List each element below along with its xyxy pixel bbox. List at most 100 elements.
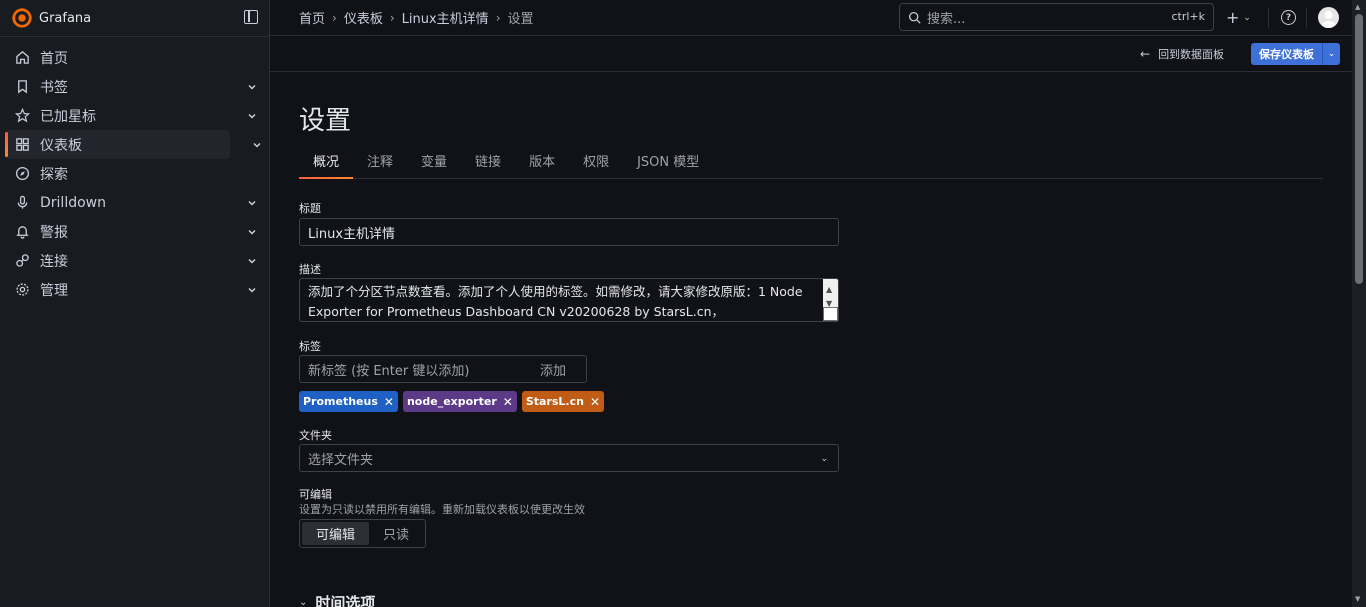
sidebar-item-4[interactable]: 探索 [0,159,229,188]
sidebar-item-7[interactable]: 连接 [0,246,256,275]
sidebar: Grafana 首页书签已加星标 仪表板探索 Drilldown 警报连接管理 [0,0,270,607]
sidebar-item-0[interactable]: 首页 [0,43,229,72]
resize-handle-icon[interactable] [823,307,838,321]
tab-1[interactable]: 注释 [353,142,407,178]
breadcrumb-dashboards[interactable]: 仪表板 [344,8,383,27]
scrollbar-thumb[interactable] [1355,14,1363,284]
compass-icon [14,166,30,182]
breadcrumb-home[interactable]: 首页 [299,8,325,27]
sidebar-item-6[interactable]: 警报 [0,217,256,246]
sidebar-item-1[interactable]: 书签 [0,72,256,101]
sidebar-item-label: 管理 [40,282,68,299]
tag-chip[interactable]: Prometheus ✕ [299,391,398,412]
tab-6[interactable]: JSON 模型 [623,142,713,178]
search-placeholder: 搜索... [927,11,966,27]
sidebar-item-2[interactable]: 已加星标 [0,101,256,130]
dashboard-toolbar: ← 回到数据面板 保存仪表板 ⌄ [270,36,1352,72]
time-options-title: 时间选项 [315,594,376,607]
tag-list: Prometheus ✕ node_exporter ✕ StarsL.cn ✕ [299,391,604,412]
user-icon [1321,11,1336,28]
remove-tag-icon[interactable]: ✕ [503,395,513,409]
editable-hint: 设置为只读以禁用所有编辑。重新加载仪表板以使更改生效 [299,503,585,516]
chevron-down-icon[interactable] [247,80,257,90]
search-shortcut: ctrl+k [1171,10,1205,23]
back-to-dashboard-button[interactable]: ← 回到数据面板 [1140,46,1224,62]
title-input[interactable]: Linux主机详情 [299,218,839,246]
sidebar-item-label: Drilldown [40,194,106,211]
sidebar-item-8[interactable]: 管理 [0,275,256,304]
tab-5[interactable]: 权限 [569,142,623,178]
textarea-scrollbar[interactable]: ▲ ▼ [823,279,838,321]
new-menu-button[interactable]: + ⌄ [1226,8,1251,27]
save-dashboard-button[interactable]: 保存仪表板 [1251,43,1322,65]
chevron-down-icon[interactable] [247,225,257,235]
sidebar-item-label: 探索 [40,166,68,183]
folder-placeholder: 选择文件夹 [308,452,374,468]
gear-icon [14,282,30,298]
tags-label: 标签 [299,340,321,353]
sidebar-item-label: 警报 [40,224,68,241]
toolbar-divider [1268,8,1269,28]
tab-3[interactable]: 链接 [461,142,515,178]
grafana-logo-icon[interactable] [11,7,33,29]
help-icon[interactable]: ? [1281,10,1296,25]
brand: Grafana [0,0,269,36]
sidebar-item-3[interactable]: 仪表板 [5,130,261,159]
remove-tag-icon[interactable]: ✕ [590,395,600,409]
sidebar-item-5[interactable]: Drilldown [0,188,256,217]
search-input[interactable]: 搜索... ctrl+k [899,3,1214,31]
tag-input-placeholder: 新标签 (按 Enter 键以添加) [308,363,470,379]
sidebar-item-label: 连接 [40,253,68,270]
breadcrumb-settings: 设置 [507,12,534,27]
tag-chip[interactable]: StarsL.cn ✕ [521,391,604,412]
link-icon [14,253,30,269]
breadcrumb-separator-icon: › [389,10,395,25]
editable-radio-group: 可编辑 只读 [299,519,427,548]
arrow-left-icon: ← [1140,47,1151,61]
scroll-up-icon[interactable]: ▲ [1355,3,1360,11]
sidebar-item-label: 书签 [40,79,68,96]
remove-tag-icon[interactable]: ✕ [384,395,394,409]
search-icon [908,11,921,24]
microphone-icon [14,195,30,211]
breadcrumb-dashboard[interactable]: Linux主机详情 [402,8,489,27]
save-options-chevron-icon[interactable]: ⌄ [1322,43,1340,65]
bell-icon [14,224,30,240]
tab-4[interactable]: 版本 [515,142,569,178]
tab-0[interactable]: 概况 [299,142,354,179]
settings-tabs: 概况 注释 变量 链接 版本 权限 JSON 模型 [299,142,1323,179]
description-text: 添加了个分区节点数查看。添加了个人使用的标签。如需修改，请大家修改原版：1 No… [308,284,803,319]
toolbar-divider [1306,8,1307,28]
folder-select[interactable]: 选择文件夹 ⌄ [299,444,839,472]
avatar[interactable] [1318,7,1339,28]
brand-name: Grafana [39,10,92,26]
tag-label: node_exporter [406,395,497,408]
chevron-down-icon[interactable] [247,283,257,293]
description-textarea[interactable]: 添加了个分区节点数查看。添加了个人使用的标签。如需修改，请大家修改原版：1 No… [299,278,839,322]
editable-label: 可编辑 [299,488,332,501]
page-title: 设置 [299,106,352,136]
sidebar-item-label: 首页 [40,50,68,67]
add-tag-button[interactable]: 添加 [540,360,566,379]
chevron-down-icon[interactable] [247,254,257,264]
chevron-down-icon: ⌄ [299,597,308,607]
title-label: 标题 [299,202,321,215]
time-options-section[interactable]: ⌄ 时间选项 [299,592,375,607]
chevron-down-icon[interactable] [252,138,262,148]
home-icon [14,50,30,66]
plus-icon: + [1226,8,1240,27]
readonly-option[interactable]: 只读 [369,522,423,545]
tab-2[interactable]: 变量 [407,142,461,178]
chevron-down-icon[interactable] [247,196,257,206]
scroll-down-icon[interactable]: ▼ [1355,595,1360,603]
tag-input[interactable]: 新标签 (按 Enter 键以添加) 添加 [299,355,587,383]
editable-option[interactable]: 可编辑 [302,522,370,545]
tag-chip[interactable]: node_exporter ✕ [402,391,517,412]
page-scrollbar[interactable]: ▲ ▼ [1352,0,1366,607]
breadcrumb-separator-icon: › [495,10,501,25]
sidebar-nav: 首页书签已加星标 仪表板探索 Drilldown 警报连接管理 [0,37,269,304]
chevron-down-icon[interactable] [247,109,257,119]
dashboards-icon [14,137,30,153]
tag-label: StarsL.cn [525,395,584,408]
dock-menu-icon[interactable] [244,10,258,24]
